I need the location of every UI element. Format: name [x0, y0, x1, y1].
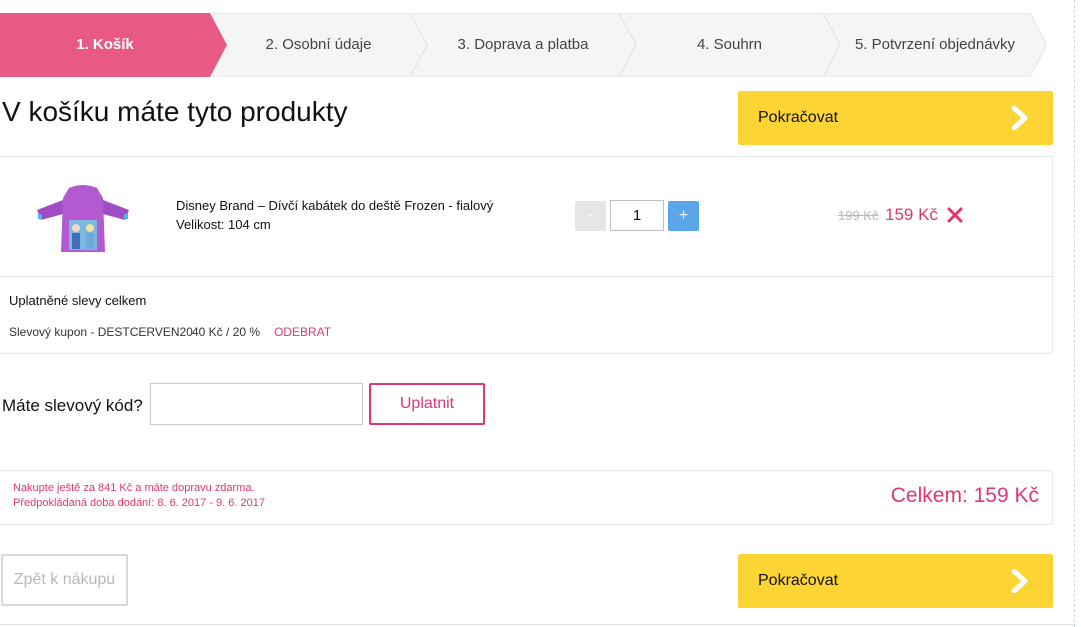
apply-coupon-button[interactable]: Uplatnit — [369, 383, 485, 425]
page-edge-divider — [1074, 0, 1075, 627]
chevron-right-icon — [1011, 106, 1028, 130]
free-shipping-note: Nakupte ještě za 841 Kč a máte dopravu z… — [13, 482, 255, 494]
product-size: Velikost: 104 cm — [176, 217, 271, 232]
discounts-title: Uplatněné slevy celkem — [9, 293, 147, 308]
close-icon[interactable] — [946, 206, 964, 224]
step-confirmation[interactable]: 5. Potvrzení objednávky — [840, 13, 1030, 77]
quantity-increase-button[interactable]: + — [668, 201, 699, 231]
quantity-input[interactable]: 1 — [610, 200, 664, 231]
step-personal-info[interactable]: 2. Osobní údaje — [227, 13, 410, 77]
continue-button-top[interactable]: Pokračovat — [738, 91, 1053, 145]
cart-divider — [0, 276, 1053, 277]
discounted-price: 159 Kč — [885, 205, 938, 224]
back-to-shopping-button[interactable]: Zpět k nákupu — [1, 554, 128, 606]
checkout-steps: 1. Košík 2. Osobní údaje 3. Doprava a pl… — [0, 13, 1047, 77]
coupon-code-label: Máte slevový kód? — [2, 396, 143, 415]
product-thumbnail[interactable] — [33, 184, 133, 254]
page-title: V košíku máte tyto produkty — [2, 96, 348, 127]
order-total: Celkem: 159 Kč — [890, 484, 1039, 507]
chevron-right-icon — [1011, 569, 1028, 593]
delivery-estimate: Předpokládaná doba dodání: 8. 6. 2017 - … — [13, 497, 265, 509]
step-summary[interactable]: 4. Souhrn — [636, 13, 823, 77]
coupon-code-input[interactable] — [150, 383, 363, 425]
discount-value: 40 Kč / 20 % — [192, 325, 261, 339]
product-name[interactable]: Disney Brand – Dívčí kabátek do deště Fr… — [176, 198, 493, 213]
remove-discount-link[interactable]: ODEBRAT — [274, 325, 331, 339]
quantity-decrease-button[interactable]: - — [575, 201, 606, 231]
original-price: 199 Kč — [838, 208, 879, 223]
bottom-divider — [0, 624, 1074, 625]
step-cart[interactable]: 1. Košík — [0, 13, 210, 77]
discount-coupon-name: Slevový kupon - DESTCERVEN20 — [9, 325, 193, 339]
step-shipping-payment[interactable]: 3. Doprava a platba — [427, 13, 619, 77]
continue-button-label: Pokračovat — [758, 572, 839, 589]
continue-button-label: Pokračovat — [758, 109, 839, 126]
continue-button-bottom[interactable]: Pokračovat — [738, 554, 1053, 608]
